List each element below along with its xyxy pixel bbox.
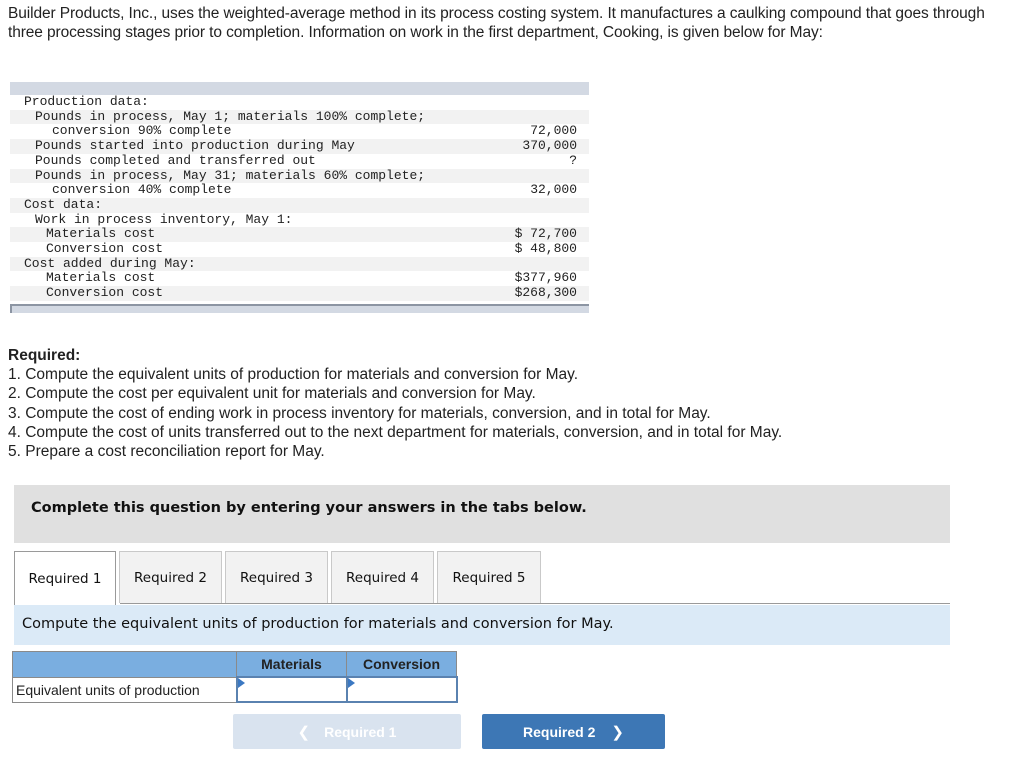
data-table-footer-bar: [10, 303, 589, 313]
data-row: Cost data:: [10, 197, 589, 213]
data-row: Pounds in process, May 1; materials 100%…: [10, 109, 589, 125]
tab-required-3[interactable]: Required 3: [225, 551, 328, 603]
data-row: Materials cost $ 72,700: [10, 227, 589, 243]
chevron-right-icon: ❯: [611, 723, 624, 741]
tab-divider: [120, 603, 950, 604]
tab-required-4[interactable]: Required 4: [331, 551, 434, 603]
materials-input[interactable]: [237, 678, 346, 701]
input-flag-icon: [347, 678, 355, 688]
materials-cell: [235, 676, 348, 703]
header-blank: [12, 651, 237, 678]
next-button-label: Required 2: [523, 723, 596, 740]
data-table-body: Production data: Pounds in process, May …: [10, 94, 589, 301]
input-flag-icon: [237, 678, 245, 688]
problem-intro: Builder Products, Inc., uses the weighte…: [8, 5, 985, 41]
data-row: Pounds in process, May 31; materials 60%…: [10, 168, 589, 184]
next-required-button[interactable]: Required 2 ❯: [482, 714, 665, 749]
header-materials: Materials: [236, 651, 347, 678]
tab-prompt-text: Compute the equivalent units of producti…: [22, 616, 614, 632]
required-item-2: 2. Compute the cost per equivalent unit …: [8, 385, 536, 403]
conversion-cell: [345, 676, 458, 703]
conversion-input[interactable]: [347, 678, 456, 701]
required-item-4: 4. Compute the cost of units transferred…: [8, 423, 783, 441]
data-row: Production data:: [24, 94, 149, 109]
data-row: Cost added during May:: [10, 256, 589, 272]
problem-data-table: Production data: Pounds in process, May …: [10, 82, 589, 313]
tab-required-5[interactable]: Required 5: [437, 551, 541, 603]
data-row: Pounds started into production during Ma…: [10, 138, 589, 154]
required-item-5: 5. Prepare a cost reconciliation report …: [8, 443, 325, 461]
data-row: Pounds completed and transferred out?: [35, 152, 577, 168]
data-row: Conversion cost $ 48,800: [46, 241, 577, 257]
data-row: conversion 40% complete 32,000: [52, 182, 577, 198]
prev-required-button[interactable]: ❮ Required 1: [233, 714, 461, 749]
tab-prompt: Compute the equivalent units of producti…: [14, 605, 950, 645]
instruction-text: Complete this question by entering your …: [31, 500, 587, 516]
tab-bar: Required 1 Required 2 Required 3 Require…: [14, 551, 541, 606]
row-label: Equivalent units of production: [12, 676, 237, 703]
data-row: Work in process inventory, May 1:: [35, 211, 293, 227]
required-item-3: 3. Compute the cost of ending work in pr…: [8, 404, 711, 422]
instruction-banner: Complete this question by entering your …: [14, 485, 950, 543]
header-conversion: Conversion: [346, 651, 457, 678]
data-row: conversion 90% complete 72,000: [52, 123, 577, 139]
required-title: Required:: [8, 347, 81, 364]
prev-button-label: Required 1: [324, 723, 397, 740]
answer-table: Materials Conversion Equivalent units of…: [12, 651, 458, 703]
answer-table-header: Materials Conversion: [12, 651, 457, 678]
required-item-1: 1. Compute the equivalent units of produ…: [8, 366, 579, 384]
tab-required-1[interactable]: Required 1: [14, 551, 116, 606]
data-row: Conversion cost $268,300: [10, 285, 589, 301]
data-row: Materials cost $377,960: [46, 270, 577, 286]
chevron-left-icon: ❮: [297, 723, 311, 741]
tab-required-2[interactable]: Required 2: [119, 551, 222, 603]
required-list: Required: 1. Compute the equivalent unit…: [8, 346, 782, 461]
table-row: Equivalent units of production: [12, 676, 458, 703]
